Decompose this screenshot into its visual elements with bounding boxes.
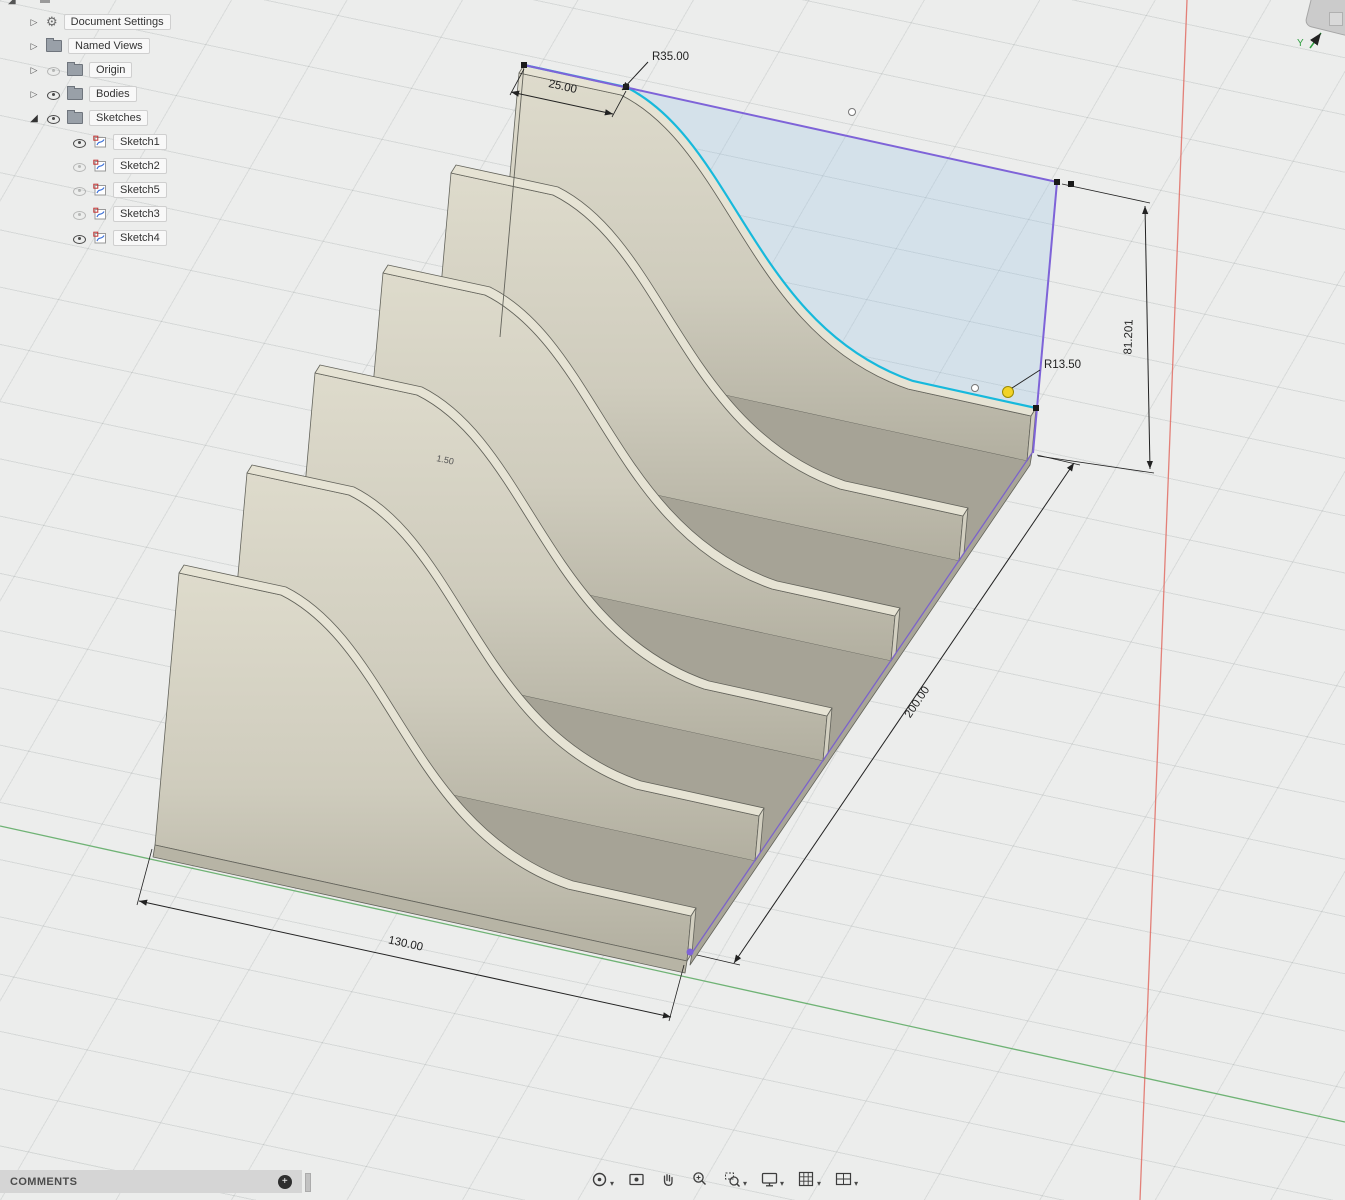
folder-icon xyxy=(67,112,83,124)
browser-row-sketches[interactable]: ◢ Sketches xyxy=(28,108,148,128)
extension-line[interactable] xyxy=(1038,456,1154,473)
grid-and-snaps-button[interactable]: ▾ xyxy=(795,1168,823,1191)
zoom-window-button[interactable]: ▾ xyxy=(721,1168,749,1191)
browser-row-sketch2[interactable]: Sketch2 xyxy=(72,156,167,176)
pan-button[interactable] xyxy=(657,1168,680,1191)
toolbar-fragment xyxy=(40,0,50,3)
folder-icon xyxy=(67,88,83,100)
visibility-icon[interactable] xyxy=(72,159,87,174)
sketch-point[interactable] xyxy=(623,84,629,90)
y-axis-arrow-icon xyxy=(1310,33,1321,48)
sketch-icon xyxy=(93,207,107,221)
browser-row-sketch1[interactable]: Sketch1 xyxy=(72,132,167,152)
browser-item-label[interactable]: Sketch2 xyxy=(113,158,167,174)
visibility-icon[interactable] xyxy=(72,207,87,222)
dimension-label[interactable]: 200.00 xyxy=(903,684,933,720)
orbit-icon xyxy=(590,1170,609,1189)
display-settings-icon xyxy=(760,1170,779,1189)
browser-row-sketch4[interactable]: Sketch4 xyxy=(72,228,167,248)
sketch-point[interactable] xyxy=(687,949,694,956)
viewports-icon xyxy=(834,1170,853,1189)
chevron-down-icon[interactable]: ▾ xyxy=(817,1179,821,1189)
sketch-point[interactable] xyxy=(849,109,856,116)
sketch-icon xyxy=(93,231,107,245)
dimension-line[interactable] xyxy=(1145,206,1150,469)
axis-indicator: Y xyxy=(1297,33,1321,49)
sketch-point[interactable] xyxy=(1054,179,1060,185)
y-axis-label: Y xyxy=(1297,38,1304,49)
chevron-down-icon[interactable]: ▾ xyxy=(780,1179,784,1189)
browser-row-sketch3[interactable]: Sketch3 xyxy=(72,204,167,224)
sketch-icon xyxy=(93,183,107,197)
browser-item-label[interactable]: Named Views xyxy=(68,38,150,54)
dimension-label[interactable]: R13.50 xyxy=(1044,359,1081,371)
display-settings-button[interactable]: ▾ xyxy=(758,1168,786,1191)
sketch-point[interactable] xyxy=(521,62,527,68)
sketch-point[interactable] xyxy=(972,385,979,392)
expand-icon[interactable]: ▷ xyxy=(28,89,40,100)
browser-row-named-views[interactable]: ▷ Named Views xyxy=(28,36,150,56)
zoom-icon xyxy=(691,1170,710,1189)
gear-icon: ⚙ xyxy=(46,15,58,29)
browser-row-sketch5[interactable]: Sketch5 xyxy=(72,180,167,200)
expand-icon[interactable]: ▷ xyxy=(28,17,40,28)
browser-item-label[interactable]: Sketch5 xyxy=(113,182,167,198)
browser-item-label[interactable]: Bodies xyxy=(89,86,137,102)
add-comment-icon[interactable]: + xyxy=(278,1175,292,1189)
chevron-down-icon[interactable]: ▾ xyxy=(610,1179,614,1189)
fillet-grip[interactable] xyxy=(1003,387,1014,398)
extension-line[interactable] xyxy=(697,955,740,965)
viewcube-face[interactable] xyxy=(1329,12,1343,26)
comments-label: COMMENTS xyxy=(10,1176,77,1188)
browser-item-label[interactable]: Sketch1 xyxy=(113,134,167,150)
comments-resize-handle[interactable] xyxy=(305,1173,311,1192)
visibility-icon[interactable] xyxy=(72,135,87,150)
visibility-icon[interactable] xyxy=(72,231,87,246)
expand-icon[interactable]: ◢ xyxy=(28,113,40,124)
visibility-icon[interactable] xyxy=(46,63,61,78)
dimension-label[interactable]: 130.00 xyxy=(387,934,424,953)
visibility-icon[interactable] xyxy=(46,111,61,126)
leader-line[interactable] xyxy=(622,62,648,90)
chevron-down-icon[interactable]: ▾ xyxy=(854,1179,858,1189)
navigation-toolbar[interactable]: ▾ ▾ ▾ ▾ ▾ xyxy=(588,1168,860,1191)
orbit-button[interactable]: ▾ xyxy=(588,1168,616,1191)
sketch-point[interactable] xyxy=(1033,405,1039,411)
visibility-icon[interactable] xyxy=(46,87,61,102)
dimension-height: 81.201 xyxy=(1038,184,1154,473)
extension-line[interactable] xyxy=(1062,184,1150,203)
chevron-down-icon[interactable]: ▾ xyxy=(743,1179,747,1189)
browser-item-label[interactable]: Sketches xyxy=(89,110,148,126)
zoom-window-icon xyxy=(723,1170,742,1189)
model-viewport[interactable]: R35.00 25.00 R13.50 81.201 xyxy=(0,0,1345,1200)
axis-x-red xyxy=(1140,0,1187,1200)
sketch-icon xyxy=(93,159,107,173)
sketch-icon xyxy=(93,135,107,149)
dimension-label[interactable]: R35.00 xyxy=(652,51,689,63)
fusion-canvas[interactable]: R35.00 25.00 R13.50 81.201 xyxy=(0,0,1345,1200)
look-at-button[interactable] xyxy=(625,1168,648,1191)
browser-row-origin[interactable]: ▷ Origin xyxy=(28,60,132,80)
browser-item-label[interactable]: Document Settings xyxy=(64,14,171,30)
folder-icon xyxy=(67,64,83,76)
browser-header-fragment: ◢ xyxy=(8,0,16,6)
browser-item-label[interactable]: Origin xyxy=(89,62,132,78)
look-at-icon xyxy=(627,1170,646,1189)
folder-icon xyxy=(46,40,62,52)
visibility-icon[interactable] xyxy=(72,183,87,198)
browser-item-label[interactable]: Sketch3 xyxy=(113,206,167,222)
dimension-label[interactable]: 81.201 xyxy=(1122,319,1135,355)
expand-icon[interactable]: ▷ xyxy=(28,65,40,76)
grid-icon xyxy=(797,1170,816,1189)
dimension-radius-top: R35.00 xyxy=(622,51,689,90)
zoom-button[interactable] xyxy=(689,1168,712,1191)
expand-icon[interactable]: ▷ xyxy=(28,41,40,52)
pan-hand-icon xyxy=(659,1170,678,1189)
browser-item-label[interactable]: Sketch4 xyxy=(113,230,167,246)
comments-panel[interactable]: COMMENTS + xyxy=(0,1170,302,1193)
browser-row-document-settings[interactable]: ▷ ⚙ Document Settings xyxy=(28,12,171,32)
browser-row-bodies[interactable]: ▷ Bodies xyxy=(28,84,137,104)
viewports-button[interactable]: ▾ xyxy=(832,1168,860,1191)
